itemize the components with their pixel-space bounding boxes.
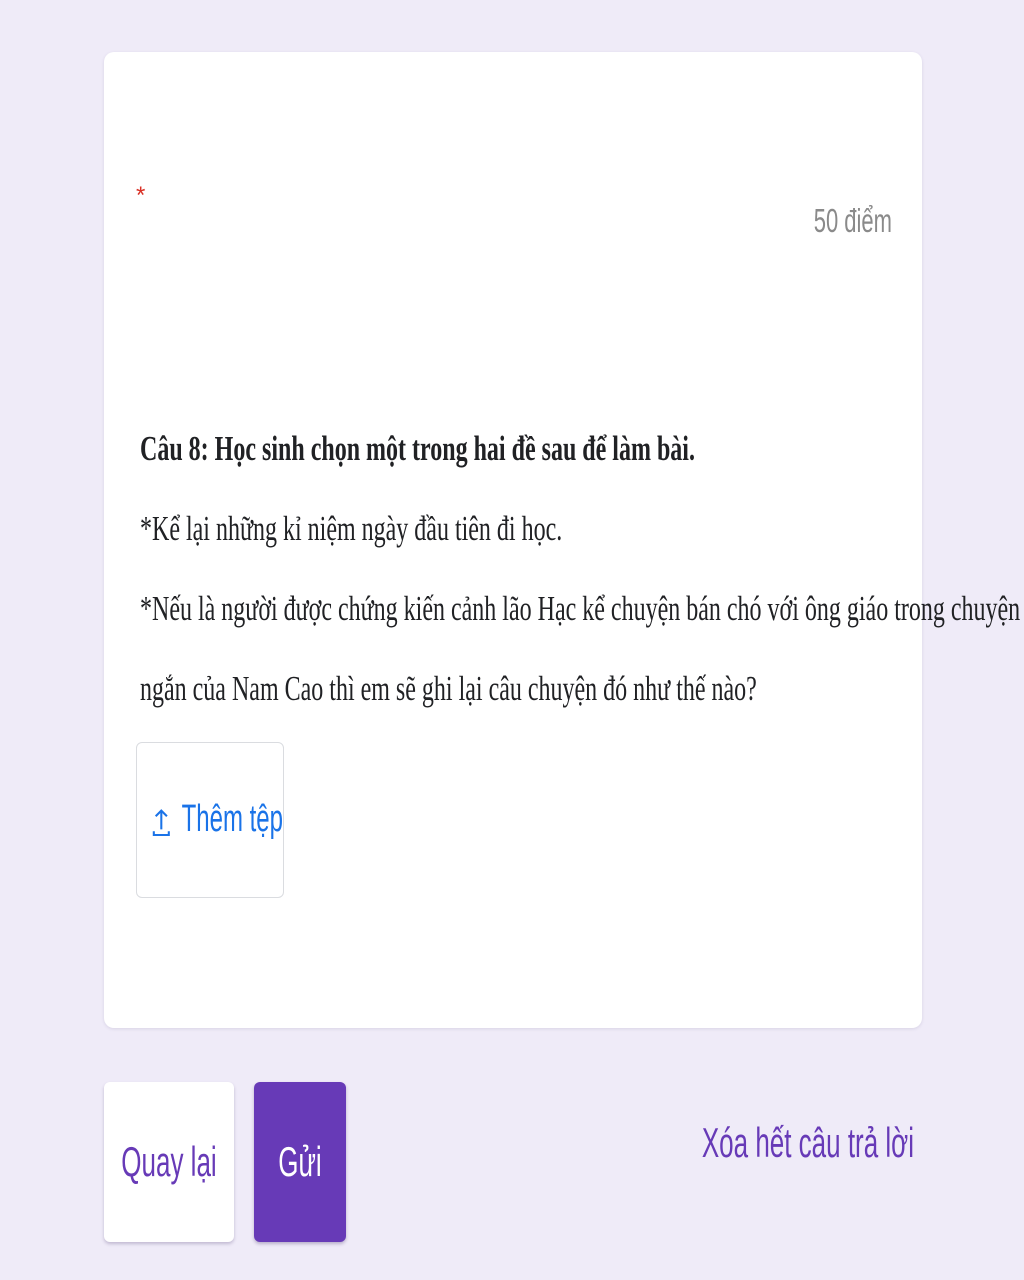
required-marker: * [136, 182, 146, 209]
back-button[interactable]: Quay lại [104, 1082, 234, 1242]
points-label: 50 điểm [813, 202, 892, 240]
submit-button[interactable]: Gửi [254, 1082, 346, 1242]
back-button-label: Quay lại [121, 1137, 217, 1186]
add-file-button[interactable]: Thêm tệp [136, 742, 284, 898]
question-text: Câu 8: Học sinh chọn một trong hai đề sa… [140, 412, 1020, 732]
clear-answers-label: Xóa hết câu trả lời [701, 1118, 914, 1167]
add-file-label: Thêm tệp [181, 797, 283, 841]
clear-answers-link[interactable]: Xóa hết câu trả lời [702, 1119, 914, 1167]
question-card: * 50 điểm Câu 8: Học sinh chọn một trong… [104, 52, 1020, 1028]
submit-button-label: Gửi [278, 1137, 322, 1186]
upload-icon [152, 809, 170, 837]
